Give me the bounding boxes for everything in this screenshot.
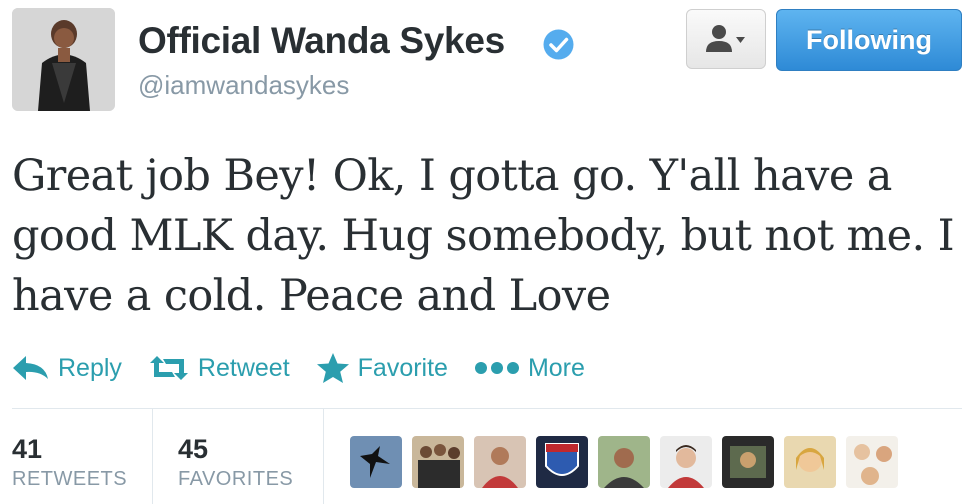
stats-divider (12, 408, 962, 409)
profile-name[interactable]: Official Wanda Sykes (138, 20, 505, 62)
following-button[interactable]: Following (776, 9, 962, 71)
reply-icon (13, 356, 48, 380)
favoriter-avatar[interactable] (784, 436, 836, 488)
favoriters-avatars (350, 436, 908, 488)
retweet-icon (149, 356, 188, 380)
favorites-label: FAVORITES (178, 468, 294, 490)
verified-badge-icon (543, 29, 574, 60)
favoriter-avatar[interactable] (722, 436, 774, 488)
reply-label: Reply (58, 353, 122, 382)
favorites-count: 45 (178, 434, 209, 464)
retweets-stat[interactable]: 41 RETWEETS (12, 408, 152, 504)
favoriter-avatar[interactable] (350, 436, 402, 488)
favoriter-avatar[interactable] (846, 436, 898, 488)
favoriter-avatar[interactable] (412, 436, 464, 488)
star-icon (316, 353, 349, 383)
tweet-text: Great job Bey! Ok, I gotta go. Y'all hav… (12, 151, 955, 321)
favoriter-avatar[interactable] (660, 436, 712, 488)
favoriter-avatar[interactable] (474, 436, 526, 488)
retweet-button[interactable]: Retweet (148, 354, 290, 383)
favorite-label: Favorite (357, 353, 448, 382)
favoriter-avatar[interactable] (536, 436, 588, 488)
more-button[interactable]: More (474, 354, 585, 383)
profile-avatar[interactable] (12, 8, 115, 111)
favorite-button[interactable]: Favorite (316, 352, 448, 384)
reply-button[interactable]: Reply (12, 354, 122, 383)
favoriter-avatar[interactable] (598, 436, 650, 488)
retweet-label: Retweet (197, 353, 290, 382)
more-label: More (527, 353, 585, 382)
stats-separator (323, 408, 324, 504)
user-dropdown-icon (706, 25, 745, 52)
stats-separator (152, 408, 153, 504)
favorites-stat[interactable]: 45 FAVORITES (178, 408, 318, 504)
user-actions-button[interactable] (686, 9, 766, 69)
tweet-actions: Reply Retweet Favorite More (12, 348, 611, 388)
more-dots-icon (474, 362, 519, 374)
retweets-count: 41 (12, 434, 43, 464)
profile-handle[interactable]: @iamwandasykes (138, 70, 349, 101)
retweets-label: RETWEETS (12, 468, 128, 490)
